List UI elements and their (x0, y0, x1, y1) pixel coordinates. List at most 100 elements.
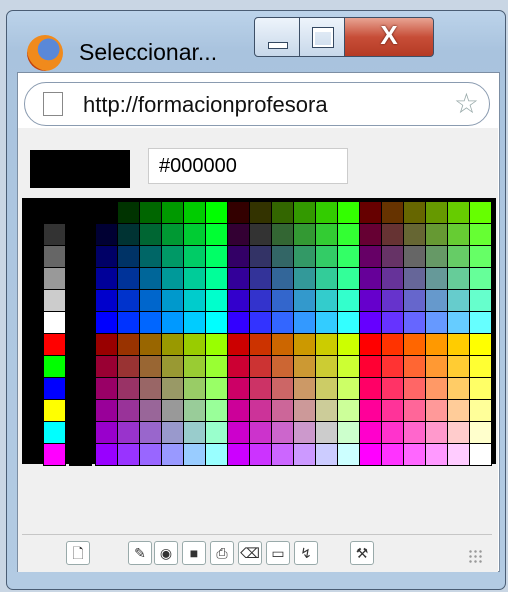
color-cell[interactable] (359, 201, 382, 224)
color-cell[interactable] (117, 289, 140, 312)
color-cell[interactable] (315, 245, 338, 268)
color-cell[interactable] (381, 201, 404, 224)
color-cell[interactable] (381, 421, 404, 444)
color-cell[interactable] (117, 223, 140, 246)
maximize-button[interactable] (299, 17, 345, 57)
color-cell[interactable] (425, 443, 448, 466)
close-button[interactable]: X (344, 17, 434, 57)
color-cell[interactable] (315, 289, 338, 312)
color-cell[interactable] (43, 355, 66, 378)
color-cell[interactable] (381, 443, 404, 466)
color-cell[interactable] (95, 311, 118, 334)
color-cell[interactable] (293, 399, 316, 422)
color-cell[interactable] (139, 399, 162, 422)
color-cell[interactable] (425, 223, 448, 246)
color-cell[interactable] (425, 355, 448, 378)
chart-icon[interactable]: ↯ (294, 541, 318, 565)
color-cell[interactable] (205, 267, 228, 290)
color-cell[interactable] (139, 377, 162, 400)
color-cell[interactable] (469, 377, 492, 400)
color-cell[interactable] (117, 333, 140, 356)
color-cell[interactable] (337, 399, 360, 422)
color-cell[interactable] (381, 377, 404, 400)
color-cell[interactable] (43, 245, 66, 268)
color-cell[interactable] (315, 267, 338, 290)
color-cell[interactable] (69, 267, 92, 290)
hex-color-field[interactable]: #000000 (148, 148, 348, 184)
color-cell[interactable] (117, 267, 140, 290)
color-cell[interactable] (95, 443, 118, 466)
color-cell[interactable] (381, 333, 404, 356)
color-cell[interactable] (43, 421, 66, 444)
color-cell[interactable] (183, 267, 206, 290)
color-cell[interactable] (381, 223, 404, 246)
color-cell[interactable] (359, 377, 382, 400)
color-cell[interactable] (161, 355, 184, 378)
color-cell[interactable] (359, 421, 382, 444)
color-cell[interactable] (403, 223, 426, 246)
color-cell[interactable] (95, 421, 118, 444)
color-cell[interactable] (205, 443, 228, 466)
color-cell[interactable] (315, 201, 338, 224)
color-cell[interactable] (95, 289, 118, 312)
color-cell[interactable] (403, 355, 426, 378)
color-cell[interactable] (271, 421, 294, 444)
color-cell[interactable] (161, 399, 184, 422)
color-cell[interactable] (161, 377, 184, 400)
color-cell[interactable] (249, 333, 272, 356)
color-cell[interactable] (139, 201, 162, 224)
color-cell[interactable] (227, 399, 250, 422)
color-cell[interactable] (183, 201, 206, 224)
bookmark-star-icon[interactable]: ☆ (454, 87, 479, 120)
color-cell[interactable] (69, 421, 92, 444)
color-cell[interactable] (117, 443, 140, 466)
resize-grip[interactable] (468, 549, 484, 565)
color-cell[interactable] (69, 443, 92, 466)
color-cell[interactable] (403, 245, 426, 268)
color-cell[interactable] (403, 421, 426, 444)
color-cell[interactable] (425, 421, 448, 444)
color-cell[interactable] (447, 421, 470, 444)
color-cell[interactable] (381, 267, 404, 290)
color-cell[interactable] (205, 421, 228, 444)
color-cell[interactable] (359, 223, 382, 246)
color-cell[interactable] (139, 443, 162, 466)
color-cell[interactable] (249, 201, 272, 224)
color-cell[interactable] (205, 333, 228, 356)
color-cell[interactable] (249, 245, 272, 268)
color-cell[interactable] (43, 289, 66, 312)
color-cell[interactable] (183, 355, 206, 378)
color-cell[interactable] (469, 421, 492, 444)
color-cell[interactable] (271, 267, 294, 290)
color-cell[interactable] (293, 355, 316, 378)
color-cell[interactable] (95, 399, 118, 422)
color-cell[interactable] (227, 267, 250, 290)
color-cell[interactable] (293, 289, 316, 312)
color-cell[interactable] (271, 289, 294, 312)
color-cell[interactable] (249, 267, 272, 290)
color-cell[interactable] (271, 245, 294, 268)
note-icon[interactable]: ▭ (266, 541, 290, 565)
color-cell[interactable] (95, 245, 118, 268)
color-cell[interactable] (469, 245, 492, 268)
color-cell[interactable] (337, 377, 360, 400)
color-cell[interactable] (381, 355, 404, 378)
color-cell[interactable] (183, 443, 206, 466)
color-cell[interactable] (425, 201, 448, 224)
color-cell[interactable] (271, 201, 294, 224)
color-cell[interactable] (95, 377, 118, 400)
color-cell[interactable] (403, 443, 426, 466)
color-cell[interactable] (359, 289, 382, 312)
minimize-button[interactable] (254, 17, 300, 57)
color-cell[interactable] (139, 311, 162, 334)
color-cell[interactable] (227, 245, 250, 268)
color-cell[interactable] (117, 201, 140, 224)
color-cell[interactable] (161, 311, 184, 334)
color-cell[interactable] (69, 223, 92, 246)
color-cell[interactable] (337, 443, 360, 466)
color-cell[interactable] (359, 267, 382, 290)
color-cell[interactable] (69, 201, 92, 224)
tools-icon[interactable]: ⚒ (350, 541, 374, 565)
color-cell[interactable] (43, 443, 66, 466)
color-cell[interactable] (183, 421, 206, 444)
